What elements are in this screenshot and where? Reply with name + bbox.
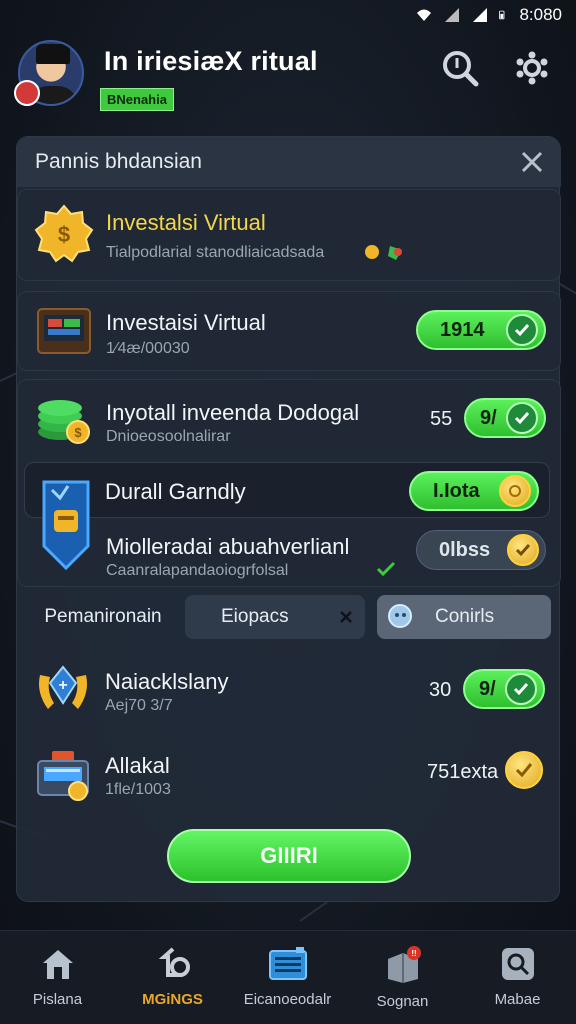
card-subtitle: Tialpodlarial stanodliaicadsada <box>106 244 325 261</box>
card-title: Durall Garndly <box>105 479 246 504</box>
nav-item-search[interactable]: Mabae <box>460 931 575 1024</box>
battery-icon <box>499 10 505 20</box>
app-header: In iriesiæX ritual BNenahia <box>0 30 576 114</box>
investment-card[interactable]: Investaisi Virtual 1⁄4æ/00030 1914 <box>17 291 561 371</box>
svg-text:$: $ <box>74 425 82 440</box>
check-icon <box>506 314 538 346</box>
status-pill[interactable]: 9/ <box>464 398 546 438</box>
check-icon <box>376 561 396 577</box>
svg-text:+: + <box>58 677 67 694</box>
tab-label: Conirls <box>435 606 495 627</box>
status-time: 8:080 <box>519 5 562 24</box>
nav-label: Pislana <box>32 991 83 1008</box>
close-button[interactable] <box>517 147 547 177</box>
controller-icon <box>388 604 412 628</box>
card-title: Investaisi Virtual <box>106 310 266 335</box>
panel-header: Pannis bhdansian <box>17 137 561 187</box>
app-title: In iriesiæX ritual <box>104 46 318 76</box>
main-panel: Pannis bhdansian $ Investalsi Virtual Ti… <box>16 136 561 902</box>
check-coin-icon <box>507 534 539 566</box>
list-item[interactable]: Allakal 1fle/1003 751exta <box>17 733 561 813</box>
tab-bar: Pemanironain Eiopacs Conirls <box>25 595 553 641</box>
nav-label: MGiNGS <box>142 991 203 1008</box>
nav-label: Sognan <box>376 993 429 1010</box>
nav-label: Mabae <box>494 991 541 1008</box>
check-coin-icon <box>505 751 543 789</box>
close-icon <box>521 151 543 173</box>
svg-text:!!: !! <box>411 949 416 958</box>
investment-card-featured[interactable]: $ Investalsi Virtual Tialpodlarial stano… <box>17 189 561 281</box>
search-icon <box>443 51 479 87</box>
pill-value: I.Iota <box>433 479 480 502</box>
tab-label: Pemanironain <box>44 606 162 627</box>
gift-box-icon: !! <box>387 946 421 983</box>
refresh-icon <box>158 947 190 977</box>
inner-card[interactable]: Durall Garndly I.Iota <box>24 462 550 518</box>
list-title: Allakal <box>105 753 170 778</box>
status-pill[interactable]: 9/ <box>463 669 545 709</box>
document-icon <box>268 947 307 980</box>
list-subtitle: Aej70 3/7 <box>105 697 173 714</box>
tab-pemanironain[interactable]: Pemanironain <box>25 595 181 639</box>
tab-eiopacs[interactable]: Eiopacs <box>185 595 365 639</box>
nav-item-active[interactable]: MGiNGS <box>115 931 230 1024</box>
investment-group-card: $ Inyotall inveenda Dodogal Dnioeosoolna… <box>17 379 561 587</box>
status-pill[interactable]: 1914 <box>416 310 546 350</box>
card-subtitle: 1⁄4æ/00030 <box>106 340 190 357</box>
card-number: 55 <box>430 408 453 430</box>
card-title: Investalsi Virtual <box>106 210 266 235</box>
pill-value: 9/ <box>480 406 497 429</box>
list-number: 751exta <box>427 761 499 783</box>
close-icon[interactable] <box>339 610 353 624</box>
gear-icon <box>516 51 548 85</box>
status-pill[interactable]: I.Iota <box>409 471 539 511</box>
svg-text:$: $ <box>58 222 70 247</box>
nav-item-gift[interactable]: !! Sognan <box>345 931 460 1024</box>
list-number: 30 <box>429 679 452 701</box>
card-title: Miolleradai abuahverlianl <box>106 534 350 559</box>
cellular-icon <box>473 8 488 22</box>
nav-item-document[interactable]: Eicanoeodalr <box>230 931 345 1024</box>
panel-title: Pannis bhdansian <box>35 150 202 173</box>
bottom-nav: Pislana MGiNGS Eicanoeodalr !! Sognan Ma… <box>0 930 576 1024</box>
coin-icon <box>499 475 531 507</box>
tab-label: Eiopacs <box>221 606 289 627</box>
app-badge: BNenahia <box>100 88 174 111</box>
nav-item-home[interactable]: Pislana <box>0 931 115 1024</box>
pill-value: 0lbss <box>439 538 491 561</box>
tab-conirls[interactable]: Conirls <box>377 595 551 639</box>
monitor-icon <box>34 302 94 362</box>
reward-icons <box>365 245 402 260</box>
avatar-badge <box>14 80 40 106</box>
signal-icon <box>445 8 460 22</box>
settings-button[interactable] <box>512 48 552 88</box>
nav-label: Eicanoeodalr <box>243 991 332 1008</box>
card-subtitle: Dnioeosoolnalirar <box>106 428 231 445</box>
pill-value: 1914 <box>440 318 485 341</box>
card-subtitle: Caanralapandaoiogrfolsal <box>106 562 289 579</box>
list-title: Naiacklslany <box>105 669 229 694</box>
card-title: Inyotall inveenda Dodogal <box>106 400 360 425</box>
check-icon <box>505 673 537 705</box>
gold-badge-icon: $ <box>34 204 94 264</box>
search-icon <box>501 948 534 980</box>
cash-register-icon <box>33 745 93 805</box>
home-icon <box>42 950 73 979</box>
wifi-icon <box>417 9 432 21</box>
status-bar: 8:080 <box>0 0 576 30</box>
shield-badge-icon <box>36 476 96 572</box>
diamond-emblem-icon: + <box>33 661 93 721</box>
check-icon <box>506 402 538 434</box>
pill-value: 9/ <box>479 677 496 700</box>
status-pill[interactable]: 0lbss <box>416 530 546 570</box>
search-button[interactable] <box>440 48 480 88</box>
money-stack-icon: $ <box>34 388 94 448</box>
primary-action-button[interactable]: GIIIRI <box>167 829 411 883</box>
list-item[interactable]: + Naiacklslany Aej70 3/7 30 9/ <box>17 649 561 729</box>
list-subtitle: 1fle/1003 <box>105 781 171 798</box>
